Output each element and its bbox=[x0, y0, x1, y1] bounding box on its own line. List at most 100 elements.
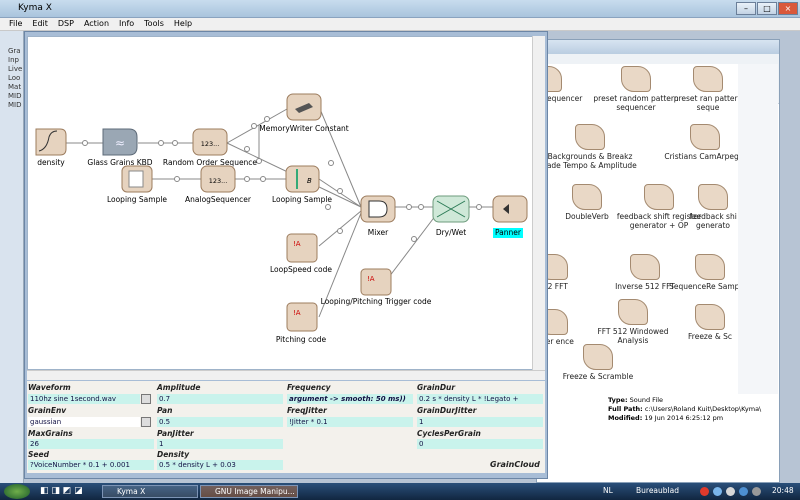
param-label: Amplitude bbox=[157, 383, 201, 392]
sound-icon bbox=[644, 184, 674, 210]
menu-edit[interactable]: Edit bbox=[32, 18, 48, 30]
gallery-item[interactable]: Cristians CamArpeggi bbox=[660, 124, 750, 161]
code-node-icon bbox=[286, 302, 318, 332]
signal-flow-canvas[interactable]: density ≈ Glass Grains KBD 123... Random… bbox=[27, 36, 545, 370]
grainenv-field[interactable]: gaussian bbox=[28, 417, 140, 427]
density-field[interactable]: 0.5 * density L + 0.03 bbox=[157, 460, 283, 470]
sound-gallery: random sequencer preset random pattern s… bbox=[512, 64, 751, 389]
left-pane-item[interactable]: Loo bbox=[0, 74, 23, 83]
param-label: Waveform bbox=[28, 383, 71, 392]
graindur-field[interactable]: 0.2 s * density L * !Legato + bbox=[417, 394, 543, 404]
menu-action[interactable]: Action bbox=[84, 18, 109, 30]
node-label: Panner bbox=[495, 228, 522, 237]
param-label: PanJitter bbox=[157, 429, 194, 438]
desktop-toolbar[interactable]: Bureaublad bbox=[636, 486, 679, 495]
horizontal-scrollbar[interactable] bbox=[27, 370, 545, 380]
start-button[interactable] bbox=[4, 484, 30, 499]
vertical-scrollbar[interactable] bbox=[532, 36, 545, 370]
freqjitter-field[interactable]: !Jitter * 0.1 bbox=[287, 417, 413, 427]
cyclespergrain-field[interactable]: 0 bbox=[417, 439, 543, 449]
tray-icon[interactable] bbox=[739, 487, 748, 496]
node-label: Dry/Wet bbox=[436, 228, 466, 237]
param-label: Seed bbox=[28, 450, 49, 459]
sound-icon bbox=[690, 124, 720, 150]
left-pane-item[interactable]: Inp bbox=[0, 56, 23, 65]
file-browse-button[interactable] bbox=[141, 417, 151, 427]
node-density[interactable]: density bbox=[35, 128, 67, 167]
left-pane-item[interactable]: Live bbox=[0, 65, 23, 74]
clock[interactable]: 20:48 bbox=[772, 486, 794, 495]
taskbar-kyma[interactable]: Kyma X bbox=[102, 485, 198, 498]
node-label: Pitching code bbox=[276, 335, 327, 344]
file-browse-button[interactable] bbox=[141, 394, 151, 404]
and-gate-icon bbox=[368, 200, 388, 218]
language-indicator[interactable]: NL bbox=[603, 486, 613, 495]
sound-icon bbox=[698, 184, 728, 210]
left-pane-item[interactable]: Mat bbox=[0, 83, 23, 92]
sample-file-icon bbox=[128, 170, 144, 188]
node-looping-pitching[interactable]: !A Looping/Pitching Trigger code bbox=[321, 268, 432, 306]
minimize-button[interactable]: – bbox=[736, 2, 756, 15]
node-label: Mixer bbox=[368, 228, 389, 237]
sound-icon bbox=[575, 124, 605, 150]
sound-icon bbox=[621, 66, 651, 92]
tray-icon[interactable] bbox=[726, 487, 735, 496]
speaker-icon[interactable] bbox=[752, 487, 761, 496]
tray-icon[interactable] bbox=[713, 487, 722, 496]
node-dry-wet[interactable]: Dry/Wet bbox=[432, 195, 470, 237]
capytalk-icon: !A bbox=[367, 275, 375, 283]
window-title: Kyma X bbox=[18, 3, 52, 13]
capytalk-icon: !A bbox=[293, 309, 301, 317]
pan-field[interactable]: 0.5 bbox=[157, 417, 283, 427]
amplitude-field[interactable]: 0.7 bbox=[157, 394, 283, 404]
browser-side-list bbox=[738, 64, 778, 394]
frequency-field[interactable]: argument -> smooth: 50 ms)) bbox=[287, 394, 413, 404]
signal-flow-graph[interactable]: density ≈ Glass Grains KBD 123... Random… bbox=[28, 37, 546, 371]
node-memorywriter[interactable]: MemoryWriter Constant bbox=[259, 93, 349, 133]
gallery-item[interactable]: Freeze & Scramble bbox=[553, 344, 643, 381]
left-pane-item[interactable]: MID bbox=[0, 92, 23, 101]
sequence-icon: 123... bbox=[201, 140, 220, 148]
node-pitching[interactable]: !A Pitching code bbox=[276, 302, 327, 344]
graindurjitter-field[interactable]: 1 bbox=[417, 417, 543, 427]
node-loopspeed[interactable]: !A LoopSpeed code bbox=[270, 233, 332, 274]
node-analog-sequencer[interactable]: 123... AnalogSequencer bbox=[185, 165, 252, 204]
sound-icon bbox=[572, 184, 602, 210]
gallery-item[interactable]: feedback shi generato bbox=[683, 184, 743, 230]
menu-tools[interactable]: Tools bbox=[144, 18, 164, 30]
left-pane: Gra Inp Live Loo Mat MID MID bbox=[0, 31, 24, 483]
close-button[interactable]: × bbox=[778, 2, 798, 15]
taskbar-gimp[interactable]: GNU Image Manipu... bbox=[200, 485, 298, 498]
maximize-button[interactable]: □ bbox=[757, 2, 777, 15]
node-mixer[interactable]: Mixer bbox=[360, 195, 396, 237]
node-looping-sample[interactable]: B Looping Sample bbox=[272, 165, 332, 204]
maxgrains-field[interactable]: 26 bbox=[28, 439, 154, 449]
seed-field[interactable]: ?VoiceNumber * 0.1 + 0.001 bbox=[28, 460, 154, 470]
node-glass-grains[interactable]: ≈ Glass Grains KBD bbox=[87, 128, 153, 167]
left-pane-item[interactable]: MID bbox=[0, 101, 23, 110]
menu-info[interactable]: Info bbox=[119, 18, 134, 30]
left-pane-item[interactable]: Gra bbox=[0, 47, 23, 56]
parameter-editor: Waveform 110hz sine 1second.wav Amplitud… bbox=[27, 381, 545, 473]
file-info-panel: Type: Sound File Full Path: c:\Users\Rol… bbox=[608, 396, 768, 436]
loop-badge: B bbox=[307, 177, 312, 185]
code-node-icon bbox=[286, 233, 318, 263]
tray-icon[interactable] bbox=[700, 487, 709, 496]
node-panner[interactable]: Panner bbox=[492, 195, 528, 238]
panner-node-icon bbox=[492, 195, 528, 223]
gallery-item[interactable]: Backgrounds & Breakz Fade Tempo & Amplit… bbox=[542, 124, 638, 170]
sound-icon bbox=[695, 254, 725, 280]
cloud-icon: ≈ bbox=[115, 136, 125, 150]
waveform-field[interactable]: 110hz sine 1second.wav bbox=[28, 394, 140, 404]
node-random-order[interactable]: 123... Random Order Sequence bbox=[163, 128, 258, 167]
node-label: Looping/Pitching Trigger code bbox=[321, 297, 432, 306]
param-label: GrainDur bbox=[417, 383, 456, 392]
quick-launch-icons[interactable]: ◧ ◨ ◩ ◪ bbox=[40, 486, 83, 496]
menu-bar: File Edit DSP Action Info Tools Help bbox=[0, 18, 800, 31]
panjitter-field[interactable]: 1 bbox=[157, 439, 283, 449]
menu-file[interactable]: File bbox=[9, 18, 22, 30]
menu-dsp[interactable]: DSP bbox=[58, 18, 74, 30]
param-label: MaxGrains bbox=[28, 429, 73, 438]
menu-help[interactable]: Help bbox=[174, 18, 192, 30]
node-looping-sample-left[interactable]: Looping Sample bbox=[107, 165, 167, 204]
